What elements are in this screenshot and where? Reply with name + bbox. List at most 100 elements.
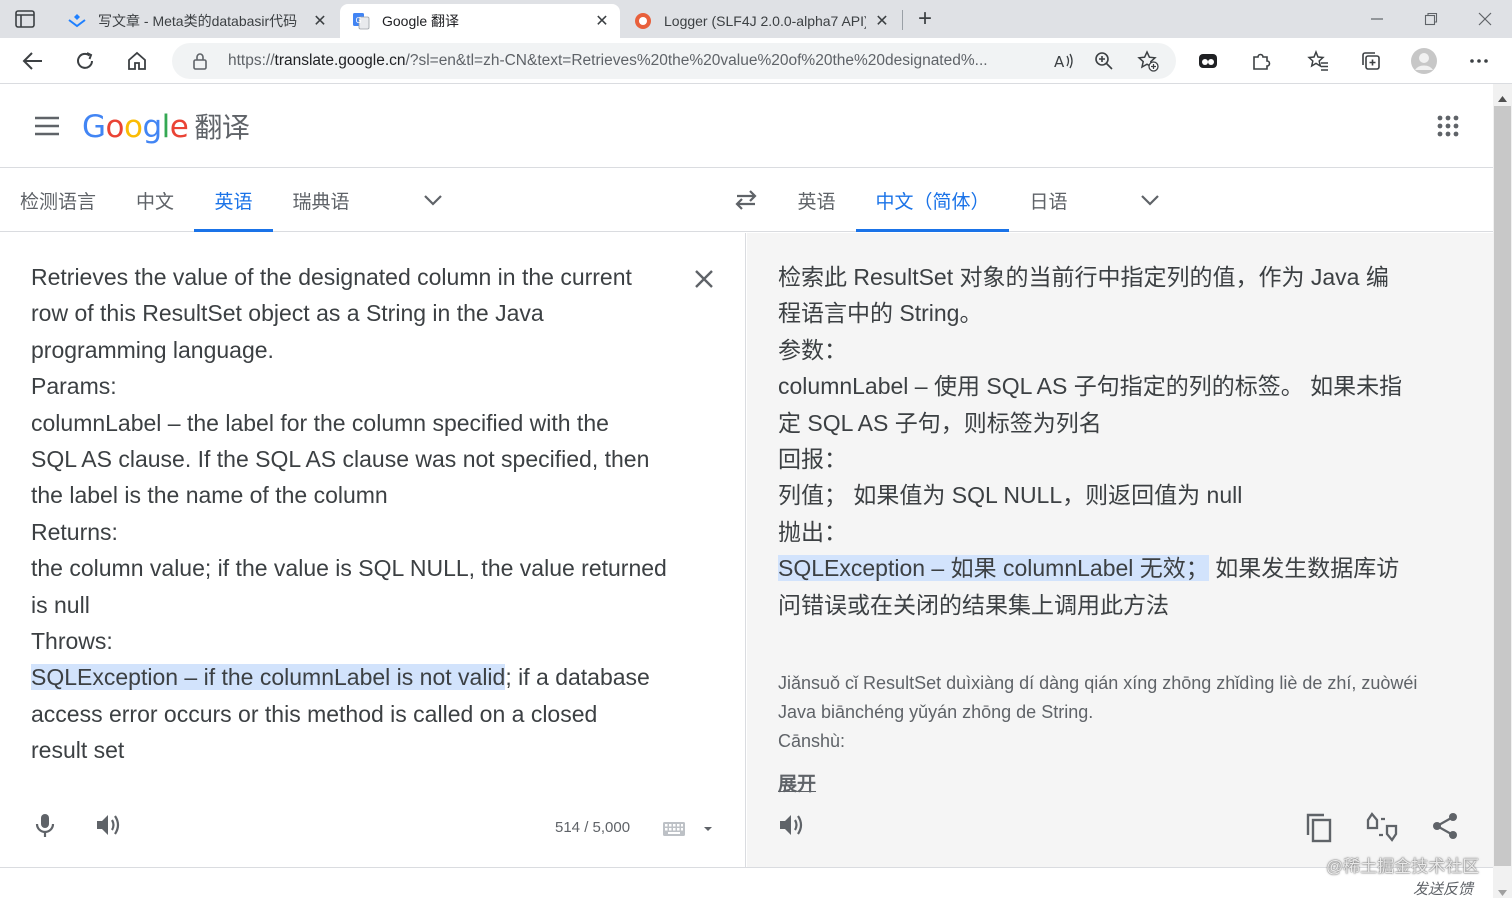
source-line: the column value; if the value is SQL NU… — [31, 555, 667, 582]
chevron-down-icon[interactable] — [1138, 188, 1162, 212]
tab-title: Logger (SLF4J 2.0.0-alpha7 API) — [664, 13, 866, 29]
collections-icon[interactable] — [1357, 47, 1385, 75]
source-line: columnLabel – the label for the column s… — [31, 409, 609, 436]
translation-text: 检索此 ResultSet 对象的当前行中指定列的值，作为 Java 编 程语言… — [778, 259, 1402, 623]
translation-line: 程语言中的 String。 — [778, 300, 983, 327]
tab-separator — [902, 10, 903, 30]
translation-highlight[interactable]: SQLException – 如果 columnLabel 无效； — [778, 555, 1209, 582]
window-close-icon[interactable] — [1474, 8, 1496, 30]
source-line: the label is the name of the column — [31, 482, 388, 509]
source-line: SQL AS clause. If the SQL AS clause was … — [31, 445, 650, 472]
browser-tab-slf4j[interactable]: Logger (SLF4J 2.0.0-alpha7 API) ✕ — [622, 4, 900, 38]
source-line: result set — [31, 737, 125, 764]
lock-icon[interactable] — [192, 52, 208, 75]
tab-title: 写文章 - Meta类的databasir代码 — [98, 13, 298, 29]
swap-languages-icon[interactable] — [733, 188, 759, 212]
source-line: Params: — [31, 373, 117, 400]
google-translate-logo[interactable]: Google 翻译 — [82, 106, 250, 146]
new-tab-icon[interactable]: + — [912, 5, 938, 32]
source-line: access error occurs or this method is ca… — [31, 700, 598, 727]
source-line: Retrieves the value of the designated co… — [31, 264, 632, 290]
reload-icon[interactable] — [71, 47, 99, 75]
product-name: 翻译 — [194, 111, 250, 144]
language-bar: 检测语言 中文 英语 瑞典语 英语 中文（简体） 日语 — [0, 168, 1493, 232]
source-lang-english[interactable]: 英语 — [194, 168, 273, 232]
translation-line: 抛出： — [778, 518, 847, 545]
browser-toolbar: https://translate.google.cn/?sl=en&tl=zh… — [0, 38, 1512, 84]
source-line: is null — [31, 591, 90, 618]
translation-pane: 检索此 ResultSet 对象的当前行中指定列的值，作为 Java 编 程语言… — [747, 233, 1493, 867]
tab-title: Google 翻译 — [382, 13, 460, 29]
character-count: 514 / 5,000 — [555, 819, 631, 836]
extension-icon[interactable] — [1194, 47, 1222, 75]
juejin-favicon-icon — [68, 12, 86, 30]
translation-line: 问错误或在关闭的结果集上调用此方法 — [778, 591, 1169, 618]
target-lang-japanese[interactable]: 日语 — [1009, 168, 1088, 232]
source-line: row of this ResultSet object as a String… — [31, 300, 544, 327]
source-text-pane[interactable]: Retrieves the value of the designated co… — [0, 233, 746, 867]
source-textarea[interactable]: Retrieves the value of the designated co… — [31, 259, 667, 768]
more-icon[interactable] — [1465, 47, 1493, 75]
tab-actions-icon[interactable] — [14, 9, 36, 29]
main-menu-icon[interactable] — [33, 115, 61, 137]
panes-bottom-divider — [0, 867, 1493, 868]
source-lang-swedish[interactable]: 瑞典语 — [273, 168, 369, 232]
profile-icon[interactable] — [1410, 47, 1438, 75]
browser-tabstrip: 写文章 - Meta类的databasir代码 ✕ G Google 翻译 ✕ … — [0, 0, 1512, 38]
browser-tab-juejin[interactable]: 写文章 - Meta类的databasir代码 ✕ — [56, 4, 338, 38]
input-tools-dropdown-icon[interactable] — [702, 821, 714, 831]
listen-source-icon[interactable] — [94, 811, 122, 839]
keyboard-icon[interactable] — [662, 821, 686, 837]
svg-text:A: A — [1054, 53, 1065, 70]
source-line: Returns: — [31, 518, 118, 545]
slf4j-favicon-icon — [634, 12, 652, 30]
favorites-icon[interactable] — [1304, 47, 1332, 75]
romanization-text: Jiǎnsuǒ cǐ ResultSet duìxiàng dí dàng qi… — [778, 673, 1418, 751]
svg-text:G: G — [356, 16, 362, 25]
share-icon[interactable] — [1430, 811, 1462, 843]
translation-line-highlighted: SQLException – 如果 columnLabel 无效； 如果发生数据… — [778, 555, 1400, 582]
translation-line: 列值； 如果值为 SQL NULL，则返回值为 null — [778, 482, 1243, 509]
target-lang-chinese-simplified[interactable]: 中文（简体） — [856, 168, 1009, 232]
expand-romanization-link[interactable]: 展开 — [778, 769, 816, 796]
send-feedback-link[interactable]: 发送反馈 — [1413, 878, 1473, 898]
read-aloud-icon[interactable]: A — [1052, 49, 1076, 73]
scroll-up-icon[interactable] — [1497, 90, 1508, 102]
source-lang-chinese[interactable]: 中文 — [116, 168, 194, 232]
minimize-icon[interactable] — [1366, 8, 1388, 30]
restore-icon[interactable] — [1420, 8, 1442, 30]
source-line: Throws: — [31, 627, 113, 654]
translation-line: 检索此 ResultSet 对象的当前行中指定列的值，作为 Java 编 — [778, 264, 1389, 290]
listen-translation-icon[interactable] — [777, 811, 809, 843]
scrollbar-thumb[interactable] — [1494, 106, 1511, 866]
address-bar[interactable]: https://translate.google.cn/?sl=en&tl=zh… — [172, 43, 1176, 79]
source-lang-detect[interactable]: 检测语言 — [0, 168, 116, 232]
translation-line: 参数： — [778, 336, 847, 363]
back-icon[interactable] — [19, 47, 47, 75]
translate-header: Google 翻译 — [0, 84, 1493, 168]
puzzle-icon[interactable] — [1247, 47, 1275, 75]
url-text[interactable]: https://translate.google.cn/?sl=en&tl=zh… — [228, 52, 1048, 70]
home-icon[interactable] — [123, 47, 151, 75]
rate-translation-icon[interactable] — [1365, 811, 1398, 843]
translation-line: 回报： — [778, 445, 847, 472]
scroll-down-icon[interactable] — [1497, 884, 1508, 896]
close-icon[interactable]: ✕ — [594, 13, 610, 30]
translation-line: 定 SQL AS 子句，则标签为列名 — [778, 409, 1102, 436]
close-icon[interactable]: ✕ — [312, 13, 328, 30]
translation-line: columnLabel – 使用 SQL AS 子句指定的列的标签。 如果未指 — [778, 373, 1403, 400]
clear-source-icon[interactable] — [692, 267, 716, 291]
source-line-highlighted: SQLException – if the columnLabel is not… — [31, 664, 650, 691]
add-favorite-icon[interactable] — [1136, 49, 1160, 73]
target-lang-english[interactable]: 英语 — [777, 168, 856, 232]
close-icon[interactable]: ✕ — [874, 13, 890, 30]
copy-translation-icon[interactable] — [1304, 811, 1336, 843]
google-translate-favicon-icon: G — [352, 12, 370, 30]
browser-tab-google-translate[interactable]: G Google 翻译 ✕ — [340, 4, 620, 38]
microphone-icon[interactable] — [31, 811, 59, 839]
juejin-watermark: @稀土掘金技术社区 — [1326, 857, 1480, 876]
google-apps-icon[interactable] — [1436, 114, 1460, 138]
chevron-down-icon[interactable] — [421, 188, 445, 212]
zoom-icon[interactable] — [1092, 49, 1116, 73]
source-highlight: SQLException – if the columnLabel is not… — [31, 664, 506, 691]
